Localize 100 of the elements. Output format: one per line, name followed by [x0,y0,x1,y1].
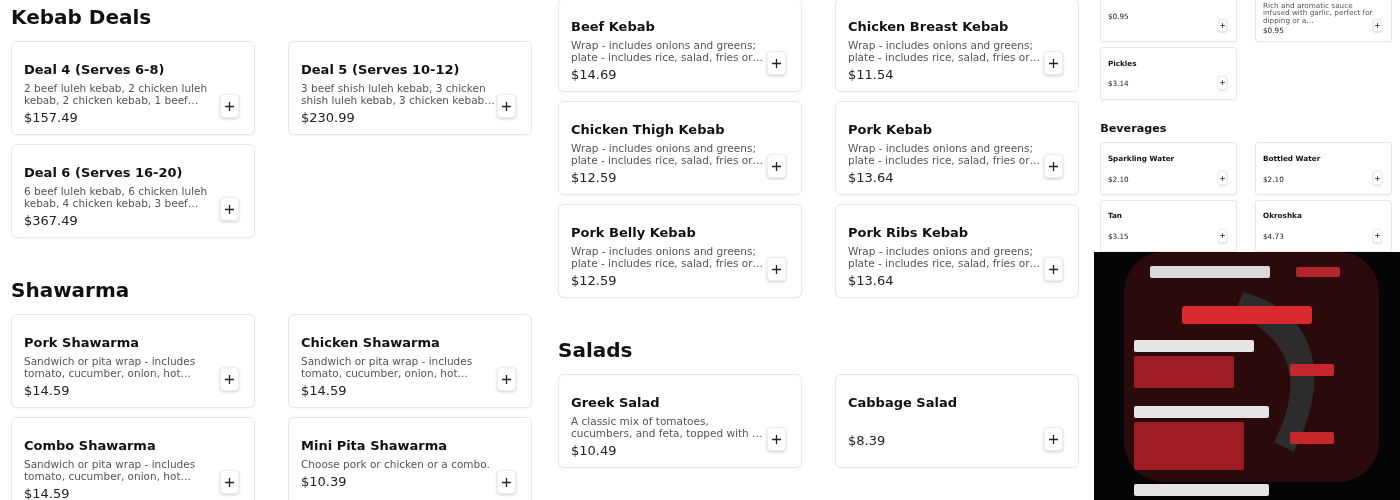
item-name: Chicken Shawarma [301,334,441,352]
section-heading: Shawarma [11,278,131,302]
menu-card[interactable]: Combo Shawarma Sandwich or pita wrap - includes tomato, cucumber, onion, hot… $14.59 [11,417,255,500]
plus-icon [1049,264,1058,274]
add-button[interactable] [1372,229,1383,243]
add-button[interactable] [220,94,239,118]
add-button[interactable] [767,51,786,75]
plus-icon [502,374,511,384]
plus-icon [772,161,781,171]
plus-icon [502,477,511,487]
add-button[interactable] [497,470,516,494]
item-description: Sandwich or pita wrap - includes tomato, cucumber, onion, hot… [24,355,197,379]
item-description: Wrap - includes onions and greens; plate - includes rice, salad, fries or… [848,142,1042,166]
item-name: Combo Shawarma [24,437,157,455]
add-button[interactable] [1372,18,1383,33]
add-button[interactable] [497,94,516,118]
menu-card[interactable]: Cabbage Salad $8.39 [835,374,1079,468]
menu-card[interactable]: Pork Ribs Kebab Wrap - includes onions and greens; plate - includes rice, salad, fries or… $13.64 [835,204,1079,298]
item-name: Mini Pita Shawarma [301,437,449,455]
item-name: Deal 6 (Serves 16-20) [24,164,184,182]
add-button[interactable] [1044,154,1063,178]
add-button[interactable] [220,197,239,221]
item-price: $14.59 [301,383,348,399]
plus-icon [772,58,781,68]
add-button[interactable] [767,154,786,178]
section-heading: Kebab Deals [11,5,153,29]
add-button[interactable] [1372,171,1383,185]
add-button[interactable] [767,427,786,451]
item-price: $12.59 [571,170,618,186]
plus-icon [1049,434,1058,444]
menu-card[interactable]: Deal 5 (Serves 10-12) 3 beef shish luleh kebab, 3 chicken shish luleh kebab, 3 chicken kebab… $230.99 [288,41,532,135]
item-name: Beef Kebab [571,18,656,36]
menu-card[interactable]: Pork Belly Kebab Wrap - includes onions and greens; plate - includes rice, salad, fries or… $12.59 [558,204,802,298]
add-button[interactable] [1217,171,1228,185]
item-name: Chicken Thigh Kebab [571,121,726,139]
add-button[interactable] [1217,18,1228,33]
add-button[interactable] [220,470,239,494]
item-name: Cabbage Salad [848,394,958,412]
item-price: $230.99 [301,110,356,126]
item-name: Pork Kebab [848,121,934,139]
item-price: $11.54 [848,67,895,83]
add-button[interactable] [1217,229,1228,243]
menu-card[interactable]: Beef Kebab Wrap - includes onions and greens; plate - includes rice, salad, fries or… $14.69 [558,0,802,92]
item-description: 2 beef luleh kebab, 2 chicken luleh kebab, 2 chicken kebab, 1 beef… [24,82,209,106]
add-button[interactable] [1044,257,1063,281]
item-description: Wrap - includes onions and greens; plate - includes rice, salad, fries or… [571,142,765,166]
item-description: 6 beef luleh kebab, 6 chicken luleh kebab, 4 chicken kebab, 3 beef… [24,185,209,209]
plus-icon [772,264,781,274]
item-price: $157.49 [24,110,79,126]
item-price: $10.39 [301,474,348,490]
item-name: Pork Shawarma [24,334,140,352]
section-heading: Beverages [1100,122,1168,136]
item-name: Deal 4 (Serves 6-8) [24,61,166,79]
menu-card[interactable]: Deal 4 (Serves 6-8) 2 beef luleh kebab, 2 chicken luleh kebab, 2 chicken kebab, 1 beef… $157.49 [11,41,255,135]
menu-card[interactable]: Deal 6 (Serves 16-20) 6 beef luleh kebab, 6 chicken luleh kebab, 4 chicken kebab, 3 beef… $367.49 [11,144,255,238]
item-price: $14.59 [24,383,71,399]
add-button[interactable] [767,257,786,281]
plus-icon [1049,58,1058,68]
menu-card[interactable]: Mini Pita Shawarma Choose pork or chicken or a combo. $10.39 [288,417,532,500]
item-price: $13.64 [848,170,895,186]
item-description: Wrap - includes onions and greens; plate - includes rice, salad, fries or… [848,39,1042,63]
item-description: Sandwich or pita wrap - includes tomato, cucumber, onion, hot… [301,355,474,379]
item-price: $14.59 [24,486,71,500]
item-price: $367.49 [24,213,79,229]
plus-icon [772,434,781,444]
plus-icon [225,477,234,487]
plus-icon [225,101,234,111]
item-description: A classic mix of tomatoes, cucumbers, and feta, topped with … [571,415,764,439]
plus-icon [502,101,511,111]
menu-card[interactable]: Pork Shawarma Sandwich or pita wrap - includes tomato, cucumber, onion, hot… $14.59 [11,314,255,408]
item-name: Greek Salad [571,394,661,412]
menu-card[interactable]: Pork Kebab Wrap - includes onions and greens; plate - includes rice, salad, fries or… $13.64 [835,101,1079,195]
item-name: Pork Ribs Kebab [848,224,970,242]
add-button[interactable] [497,367,516,391]
add-button[interactable] [1044,51,1063,75]
item-description: 3 beef shish luleh kebab, 3 chicken shish luleh kebab, 3 chicken kebab… [301,82,496,106]
menu-card[interactable]: Chicken Thigh Kebab Wrap - includes onions and greens; plate - includes rice, salad, fries or… $12.59 [558,101,802,195]
item-price: $13.64 [848,273,895,289]
plus-icon [225,374,234,384]
add-button[interactable] [1217,76,1228,90]
menu-card[interactable]: Greek Salad A classic mix of tomatoes, cucumbers, and feta, topped with … $10.49 [558,374,802,468]
item-description: Choose pork or chicken or a combo. [301,458,491,470]
section-heading: Salads [558,338,634,362]
item-name: Deal 5 (Serves 10-12) [301,61,461,79]
item-description: Wrap - includes onions and greens; plate - includes rice, salad, fries or… [848,245,1042,269]
menu-card[interactable]: Chicken Shawarma Sandwich or pita wrap - includes tomato, cucumber, onion, hot… $14.59 [288,314,532,408]
item-price: $14.69 [571,67,618,83]
add-button[interactable] [1044,427,1063,451]
item-price: $8.39 [848,433,887,449]
item-description: Wrap - includes onions and greens; plate - includes rice, salad, fries or… [571,39,765,63]
menu-card[interactable]: Chicken Breast Kebab Wrap - includes onions and greens; plate - includes rice, salad, fries or… $11.54 [835,0,1079,92]
item-price: $10.49 [571,443,618,459]
item-name: Chicken Breast Kebab [848,18,1010,36]
item-description: Sandwich or pita wrap - includes tomato, cucumber, onion, hot… [24,458,197,482]
plus-icon [225,204,234,214]
item-description: Wrap - includes onions and greens; plate - includes rice, salad, fries or… [571,245,765,269]
item-name: Pork Belly Kebab [571,224,697,242]
plus-icon [1049,161,1058,171]
item-price: $12.59 [571,273,618,289]
add-button[interactable] [220,367,239,391]
